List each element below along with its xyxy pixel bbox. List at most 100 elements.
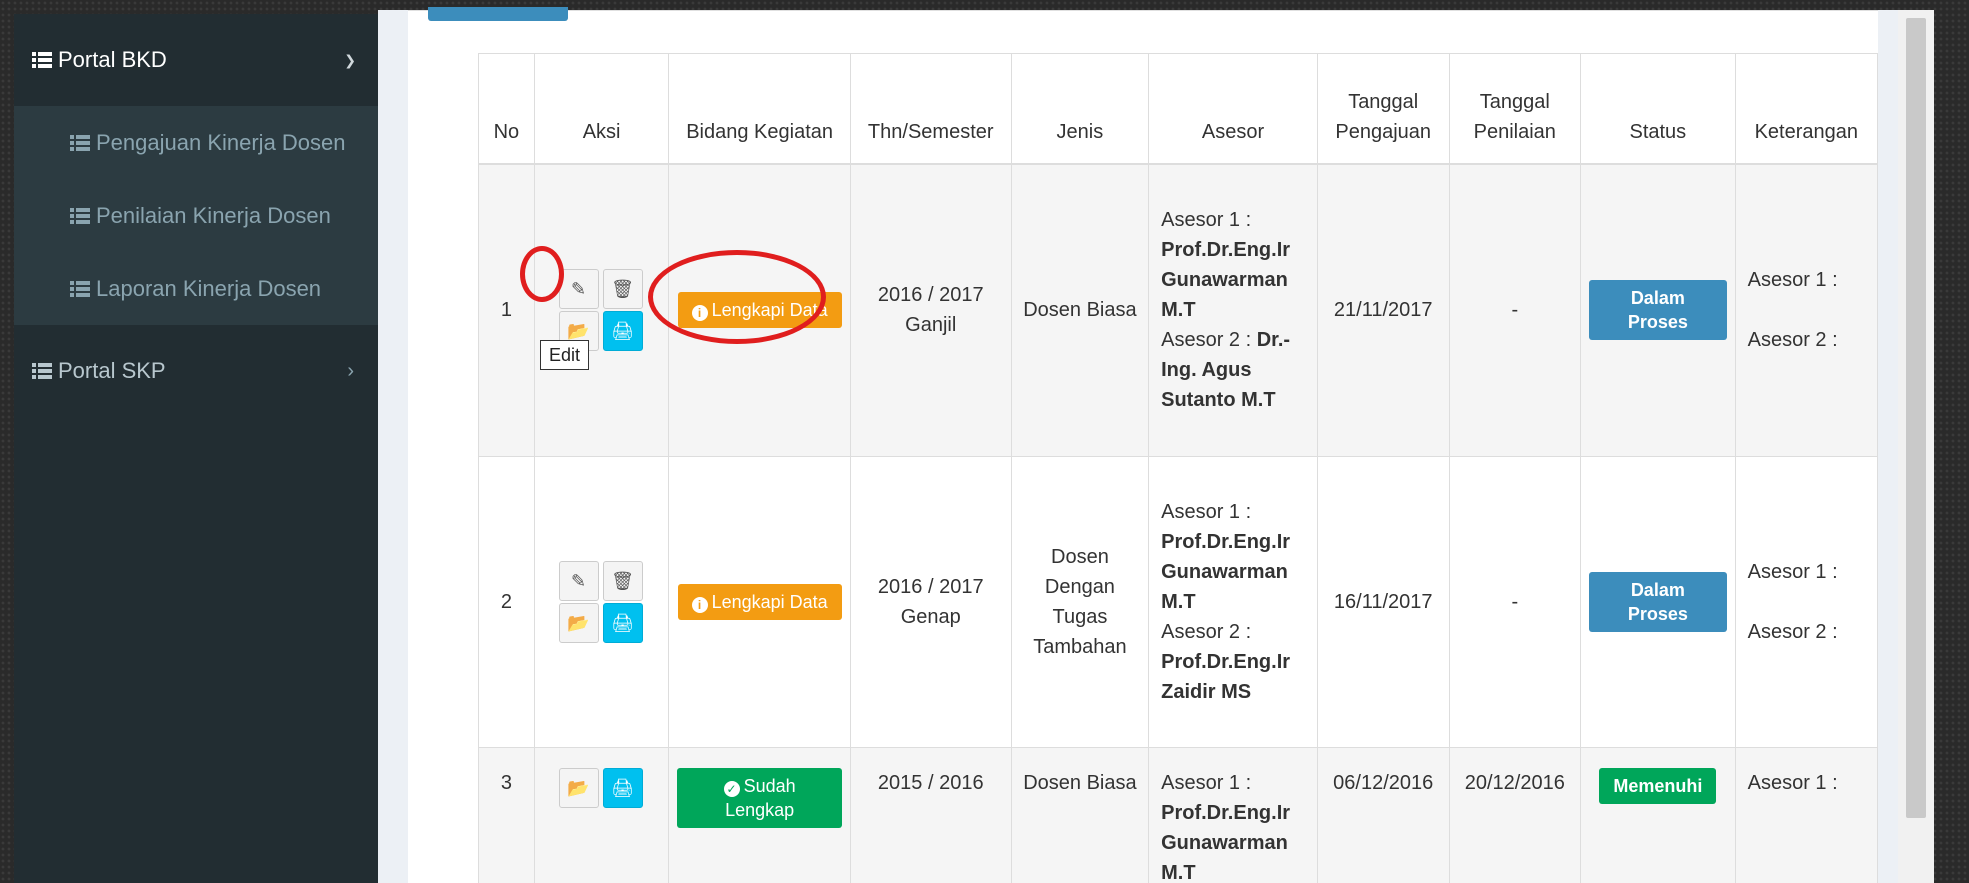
list-icon bbox=[70, 134, 90, 151]
ket-asesor1: Asesor 1 : bbox=[1747, 269, 1838, 292]
col-tgl-pengajuan[interactable]: Tanggal Pengajuan bbox=[1316, 53, 1450, 165]
check-icon: ✓ bbox=[723, 781, 740, 797]
col-status[interactable]: Status bbox=[1580, 53, 1736, 165]
col-bidang[interactable]: Bidang Kegiatan bbox=[668, 53, 851, 165]
col-tgl-penilaian[interactable]: Tanggal Penilaian bbox=[1448, 53, 1582, 165]
sidebar: Portal BKD ❯ Pengajuan Kinerja Dosen Pen… bbox=[14, 14, 378, 883]
trash-icon: 🗑 bbox=[611, 279, 635, 300]
cell-tgl-pengajuan: 21/11/2017 bbox=[1316, 163, 1450, 457]
sidebar-item-penilaian[interactable]: Penilaian Kinerja Dosen bbox=[14, 179, 378, 252]
semester-year: 2016 / 2017 bbox=[877, 284, 984, 307]
cell-bidang: ✓ Sudah Lengkap bbox=[668, 747, 851, 883]
cell-asesor: Asesor 1 : Prof.Dr.Eng.Ir Gunawarman M.T A… bbox=[1148, 163, 1318, 457]
cell-tgl-pengajuan: 16/11/2017 bbox=[1316, 456, 1450, 748]
sidebar-item-pengajuan[interactable]: Pengajuan Kinerja Dosen bbox=[14, 106, 378, 179]
cell-bidang: i Lengkapi Data bbox=[668, 456, 851, 748]
cell-jenis: Dosen Dengan Tugas Tambahan bbox=[1010, 456, 1150, 748]
cell-no: 3 bbox=[478, 747, 535, 883]
chevron-down-icon: ❯ bbox=[344, 51, 356, 68]
open-button[interactable]: 📂 bbox=[558, 768, 599, 808]
sidebar-item-laporan[interactable]: Laporan Kinerja Dosen bbox=[14, 252, 378, 325]
cell-semester: 2016 / 2017 Ganjil bbox=[849, 163, 1012, 457]
lengkapi-data-badge[interactable]: i Lengkapi Data bbox=[677, 584, 842, 620]
sidebar-item-label: Penilaian Kinerja Dosen bbox=[96, 202, 331, 228]
action-group: 📂 🖨 bbox=[558, 768, 645, 808]
delete-button[interactable]: 🗑 bbox=[602, 269, 643, 310]
table-row: 1 ✎ 🗑 📂 🖨 i Lengkapi Data 2016 / 2017 Ganj… bbox=[478, 163, 1879, 457]
delete-button[interactable]: 🗑 bbox=[602, 561, 643, 601]
edit-icon: ✎ bbox=[571, 571, 587, 591]
col-no[interactable]: No bbox=[478, 53, 535, 165]
badge-label: Lengkapi Data bbox=[711, 300, 828, 321]
sidebar-item-label: Laporan Kinerja Dosen bbox=[96, 275, 322, 301]
cell-status: Dalam Proses bbox=[1580, 163, 1736, 457]
col-keterangan[interactable]: Keterangan bbox=[1734, 53, 1879, 165]
asesor2-label: Asesor 2 : bbox=[1161, 329, 1252, 352]
asesor1-name: Prof.Dr.Eng.Ir Gunawarman M.T bbox=[1161, 802, 1291, 883]
semester-year: 2016 / 2017 bbox=[877, 576, 984, 598]
menu-portal-skp[interactable]: Portal SKP › bbox=[14, 325, 378, 417]
list-icon bbox=[70, 207, 90, 224]
table-header-row: No Aksi Bidang Kegiatan Thn/Semester Jen… bbox=[478, 53, 1879, 165]
asesor1-label: Asesor 1 : bbox=[1161, 772, 1252, 794]
list-icon bbox=[70, 280, 90, 297]
status-badge: Dalam Proses bbox=[1589, 572, 1727, 632]
ket-asesor1: Asesor 1 : bbox=[1747, 561, 1838, 583]
menu-portal-bkd[interactable]: Portal BKD ❯ bbox=[14, 14, 378, 106]
edit-button[interactable]: ✎ bbox=[558, 561, 599, 601]
cell-semester: 2015 / 2016 bbox=[849, 747, 1012, 883]
action-group: ✎ 🗑 📂 🖨 bbox=[558, 561, 645, 643]
asesor1-label: Asesor 1 : bbox=[1161, 501, 1252, 523]
edit-tooltip: Edit bbox=[540, 340, 590, 370]
col-semester[interactable]: Thn/Semester bbox=[849, 53, 1012, 165]
menu-portal-skp-label: Portal SKP bbox=[58, 358, 166, 383]
cell-tgl-pengajuan: 06/12/2016 bbox=[1316, 747, 1450, 883]
info-icon: i bbox=[691, 305, 708, 322]
badge-label: Lengkapi Data bbox=[711, 592, 828, 612]
scrollbar[interactable] bbox=[1898, 10, 1934, 883]
print-button[interactable]: 🖨 bbox=[602, 311, 643, 352]
print-button[interactable]: 🖨 bbox=[602, 603, 643, 643]
status-badge: Memenuhi bbox=[1599, 768, 1717, 804]
trash-icon: 🗑 bbox=[611, 571, 635, 591]
asesor2-label: Asesor 2 : bbox=[1161, 621, 1252, 643]
col-jenis[interactable]: Jenis bbox=[1010, 53, 1150, 165]
cell-tgl-penilaian: - bbox=[1448, 456, 1582, 748]
sudah-lengkap-badge[interactable]: ✓ Sudah Lengkap bbox=[677, 768, 842, 828]
asesor2-name: Prof.Dr.Eng.Ir Zaidir MS bbox=[1161, 651, 1291, 703]
table-row: 3 📂 🖨 ✓ Sudah Lengkap 2015 / 2016 Dosen B… bbox=[478, 747, 1879, 883]
semester-term: Ganjil bbox=[905, 314, 957, 337]
semester-term: Genap bbox=[900, 606, 961, 628]
cell-bidang: i Lengkapi Data bbox=[668, 163, 851, 457]
table-box: No Aksi Bidang Kegiatan Thn/Semester Jen… bbox=[408, 7, 1879, 883]
cell-status: Dalam Proses bbox=[1580, 456, 1736, 748]
chevron-right-icon: › bbox=[347, 359, 354, 382]
list-icon bbox=[32, 363, 52, 379]
folder-icon: 📂 bbox=[567, 613, 590, 633]
scrollbar-thumb[interactable] bbox=[1906, 18, 1926, 818]
lengkapi-data-badge[interactable]: i Lengkapi Data bbox=[677, 292, 842, 329]
sidebar-item-label: Pengajuan Kinerja Dosen bbox=[96, 129, 346, 155]
cell-aksi: ✎ 🗑 📂 🖨 bbox=[533, 163, 670, 457]
list-icon bbox=[32, 52, 52, 68]
status-badge: Dalam Proses bbox=[1589, 280, 1727, 341]
folder-icon: 📂 bbox=[567, 778, 590, 798]
cell-keterangan: Asesor 1 : Asesor 2 : bbox=[1734, 163, 1879, 457]
asesor1-name: Prof.Dr.Eng.Ir Gunawarman M.T bbox=[1161, 531, 1291, 613]
print-button[interactable]: 🖨 bbox=[602, 768, 643, 808]
open-button[interactable]: 📂 bbox=[558, 603, 599, 643]
top-button[interactable] bbox=[428, 7, 568, 21]
cell-tgl-penilaian: 20/12/2016 bbox=[1448, 747, 1582, 883]
col-asesor[interactable]: Asesor bbox=[1148, 53, 1318, 165]
edit-button[interactable]: ✎ bbox=[558, 269, 599, 310]
cell-jenis: Dosen Biasa bbox=[1010, 163, 1150, 457]
asesor1-label: Asesor 1 : bbox=[1161, 209, 1252, 232]
cell-asesor: Asesor 1 : Prof.Dr.Eng.Ir Gunawarman M.T bbox=[1148, 747, 1318, 883]
cell-aksi: 📂 🖨 bbox=[533, 747, 670, 883]
cell-jenis: Dosen Biasa bbox=[1010, 747, 1150, 883]
submenu-portal-bkd: Pengajuan Kinerja Dosen Penilaian Kinerj… bbox=[14, 106, 378, 325]
table-row: 2 ✎ 🗑 📂 🖨 i Lengkapi Data 2016 / 2017 Gena… bbox=[478, 456, 1879, 748]
col-aksi[interactable]: Aksi bbox=[533, 53, 670, 165]
menu-portal-bkd-label: Portal BKD bbox=[58, 47, 167, 72]
print-icon: 🖨 bbox=[611, 778, 635, 798]
